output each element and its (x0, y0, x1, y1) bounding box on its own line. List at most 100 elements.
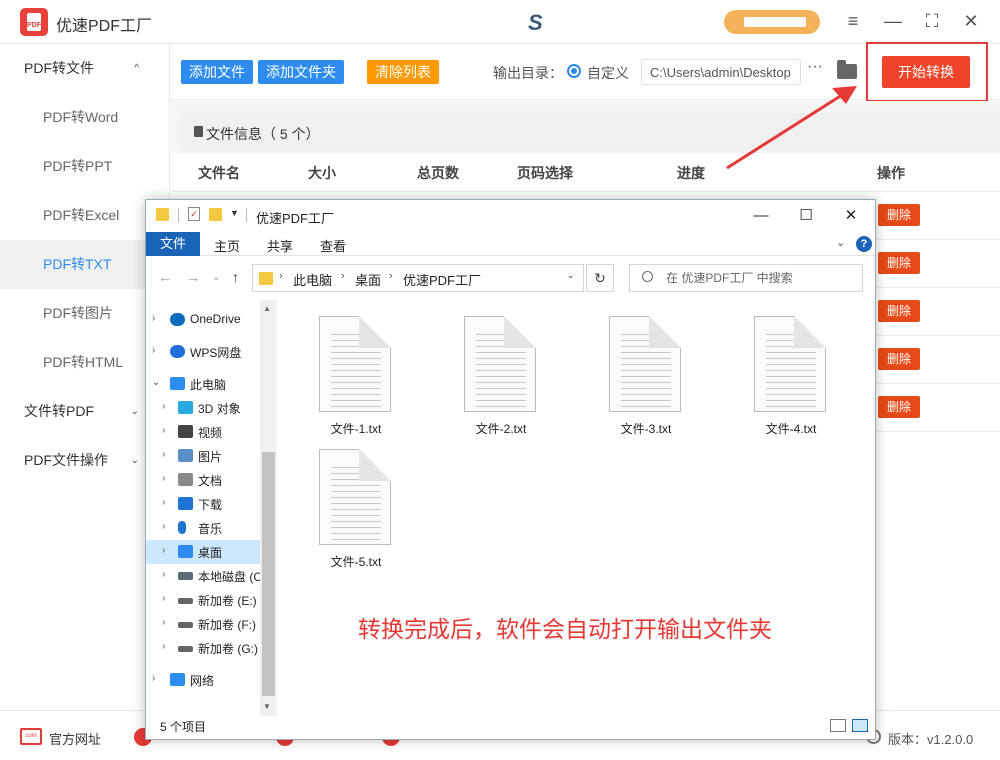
add-folder-button[interactable]: 添加文件夹 (258, 60, 344, 84)
scroll-up-icon[interactable]: ▲ (263, 304, 271, 313)
search-input[interactable] (666, 268, 856, 288)
explorer-close-icon[interactable]: ✕ (840, 205, 862, 227)
expand-chevron-icon[interactable]: › (162, 545, 165, 556)
expand-chevron-icon[interactable]: › (162, 473, 165, 484)
navigation-scrollbar[interactable]: ▲ ▼ (260, 300, 277, 716)
quick-access-dropdown-icon[interactable]: ▼ (230, 208, 239, 218)
delete-button[interactable]: 删除 (878, 396, 920, 418)
delete-button[interactable]: 删除 (878, 252, 920, 274)
tree-item-pictures[interactable]: › 图片 (146, 444, 260, 468)
expand-chevron-icon[interactable]: › (152, 673, 155, 684)
tree-item-documents[interactable]: › 文档 (146, 468, 260, 492)
scroll-down-icon[interactable]: ▼ (263, 702, 271, 711)
recent-dropdown-icon[interactable]: ⌄ (212, 272, 220, 283)
promo-badge[interactable] (724, 10, 820, 34)
sidebar-item-pdf-to-html[interactable]: PDF转HTML (0, 338, 169, 387)
sidebar-item-pdf-to-word[interactable]: PDF转Word (0, 93, 169, 142)
file-item[interactable]: 文件-4.txt (741, 316, 831, 436)
ribbon-tab-view[interactable]: 查看 (320, 236, 346, 255)
breadcrumb-this-pc[interactable]: 此电脑 (293, 270, 332, 289)
status-bar-item-count: 5 个项目 (160, 720, 207, 734)
tree-item-desktop[interactable]: › 桌面 (146, 540, 260, 564)
forward-arrow-icon[interactable]: → (186, 269, 200, 285)
explorer-maximize-icon[interactable]: ☐ (795, 205, 817, 227)
more-options-icon[interactable]: ··· (807, 58, 823, 76)
tree-item-wps-cloud[interactable]: › WPS网盘 (146, 340, 260, 364)
breadcrumb-current-folder[interactable]: 优速PDF工厂 (403, 270, 481, 289)
file-item[interactable]: 文件-3.txt (596, 316, 686, 436)
file-item[interactable]: 文件-2.txt (451, 316, 541, 436)
delete-button[interactable]: 删除 (878, 348, 920, 370)
tree-item-volume-f[interactable]: › 新加卷 (F:) (146, 612, 260, 636)
tree-item-music[interactable]: › 音乐 (146, 516, 260, 540)
start-convert-button[interactable]: 开始转换 (882, 56, 970, 88)
expand-chevron-icon[interactable]: › (162, 617, 165, 628)
expand-chevron-icon[interactable]: › (162, 425, 165, 436)
tree-item-3d-objects[interactable]: › 3D 对象 (146, 396, 260, 420)
delete-button[interactable]: 删除 (878, 300, 920, 322)
file-item[interactable]: 文件-5.txt (306, 449, 396, 569)
ribbon-expand-chevron-icon[interactable]: ⌄ (836, 236, 845, 249)
breadcrumb-separator-icon[interactable]: › (389, 270, 393, 282)
ribbon-tab-share[interactable]: 共享 (267, 236, 293, 255)
expand-chevron-icon[interactable]: › (162, 593, 165, 604)
delete-button[interactable]: 删除 (878, 204, 920, 226)
sidebar-item-pdf-to-txt[interactable]: PDF转TXT (0, 240, 169, 289)
expand-chevron-icon[interactable]: › (152, 345, 155, 356)
expand-chevron-icon[interactable]: › (152, 313, 155, 324)
collapse-chevron-icon[interactable]: ⌄ (152, 377, 160, 388)
tree-item-volume-g[interactable]: › 新加卷 (G:) (146, 636, 260, 660)
new-folder-icon[interactable] (209, 208, 222, 221)
search-box[interactable] (629, 264, 863, 292)
expand-chevron-icon[interactable]: › (162, 569, 165, 580)
sidebar-item-pdf-to-ppt[interactable]: PDF转PPT (0, 142, 169, 191)
chevron-down-icon: ⌄ (130, 455, 139, 466)
expand-chevron-icon[interactable]: › (162, 521, 165, 532)
tree-item-onedrive[interactable]: › OneDrive (146, 308, 260, 332)
refresh-icon[interactable]: ↻ (586, 264, 614, 292)
expand-chevron-icon[interactable]: › (162, 497, 165, 508)
sidebar-group-pdf-operations[interactable]: PDF文件操作 ⌄ (0, 436, 169, 485)
sidebar-item-pdf-to-image[interactable]: PDF转图片 (0, 289, 169, 338)
tree-item-local-disk-c[interactable]: › 本地磁盘 (C:) (146, 564, 260, 588)
custom-dir-radio[interactable] (567, 64, 581, 78)
tree-item-videos[interactable]: › 视频 (146, 420, 260, 444)
up-arrow-icon[interactable]: ↑ (232, 269, 239, 285)
maximize-icon[interactable]: ⛶ (921, 10, 943, 32)
file-name: 文件-2.txt (475, 422, 527, 436)
menu-icon[interactable]: ≡ (842, 10, 864, 32)
back-arrow-icon[interactable]: ← (158, 269, 172, 285)
ribbon-tab-file[interactable]: 文件 (146, 232, 200, 256)
sidebar-group-pdf-to-file[interactable]: PDF转文件 ^ (0, 44, 169, 93)
sidebar-group-file-to-pdf[interactable]: 文件转PDF ⌄ (0, 387, 169, 436)
explorer-minimize-icon[interactable]: — (750, 205, 772, 227)
breadcrumb-separator-icon[interactable]: › (341, 270, 345, 282)
expand-chevron-icon[interactable]: › (162, 401, 165, 412)
close-icon[interactable]: ✕ (960, 10, 982, 32)
tree-item-network[interactable]: › 网络 (146, 668, 260, 692)
official-site-link[interactable]: 官方网址 (49, 729, 101, 748)
tree-item-volume-e[interactable]: › 新加卷 (E:) (146, 588, 260, 612)
properties-icon[interactable]: ✓ (188, 207, 200, 221)
tree-item-downloads[interactable]: › 下载 (146, 492, 260, 516)
output-path-input[interactable] (641, 59, 801, 85)
open-folder-icon[interactable] (837, 60, 857, 79)
add-file-button[interactable]: 添加文件 (181, 60, 253, 84)
sidebar-item-pdf-to-excel[interactable]: PDF转Excel (0, 191, 169, 240)
large-icons-view-icon[interactable] (852, 719, 868, 732)
website-icon[interactable]: com (20, 728, 42, 745)
details-view-icon[interactable] (830, 719, 846, 732)
expand-chevron-icon[interactable]: › (162, 449, 165, 460)
clear-list-button[interactable]: 清除列表 (367, 60, 439, 84)
help-icon[interactable]: ? (856, 236, 872, 252)
breadcrumb-desktop[interactable]: 桌面 (355, 270, 381, 289)
minimize-icon[interactable]: — (882, 10, 904, 32)
address-box[interactable]: › 此电脑 › 桌面 › 优速PDF工厂 ⌄ (252, 264, 584, 292)
breadcrumb-separator-icon[interactable]: › (279, 270, 283, 282)
file-item[interactable]: 文件-1.txt (306, 316, 396, 436)
tree-item-this-pc[interactable]: ⌄ 此电脑 (146, 372, 260, 396)
scrollbar-thumb[interactable] (262, 452, 275, 696)
ribbon-tab-home[interactable]: 主页 (214, 236, 240, 255)
expand-chevron-icon[interactable]: › (162, 641, 165, 652)
address-dropdown-icon[interactable]: ⌄ (567, 270, 575, 281)
